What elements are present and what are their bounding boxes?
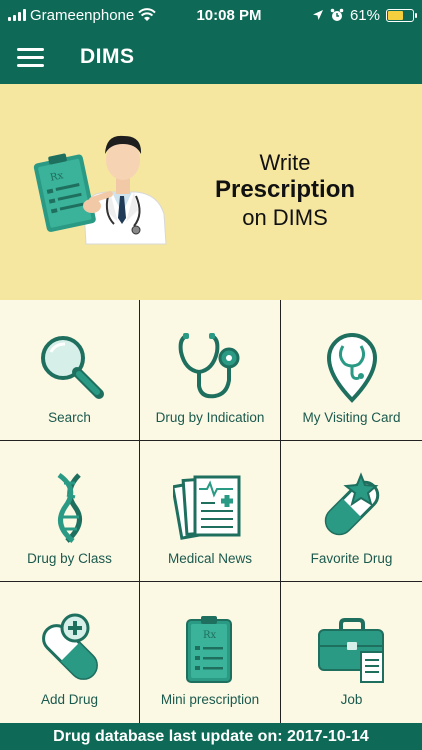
status-bar: Grameenphone 10:08 PM 61% bbox=[0, 0, 422, 30]
menu-favorite-drug[interactable]: Favorite Drug bbox=[281, 441, 422, 582]
battery-icon bbox=[386, 8, 417, 22]
menu-drug-by-class-label: Drug by Class bbox=[27, 551, 112, 566]
menu-job[interactable]: Job bbox=[281, 582, 422, 723]
menu-search-label: Search bbox=[48, 410, 91, 425]
menu-drug-by-indication-label: Drug by Indication bbox=[155, 410, 265, 425]
menu-add-drug-label: Add Drug bbox=[40, 692, 99, 707]
banner-line-3: on DIMS bbox=[242, 205, 328, 231]
location-icon bbox=[312, 10, 323, 20]
menu-mini-prescription[interactable]: Rx Mini prescription bbox=[140, 582, 281, 723]
menu-favorite-drug-label: Favorite Drug bbox=[310, 551, 393, 566]
menu-add-drug[interactable]: Add Drug bbox=[0, 582, 140, 723]
db-update-footer: Drug database last update on: 2017-10-14 bbox=[0, 723, 422, 750]
signal-icon bbox=[8, 9, 26, 21]
dna-icon bbox=[56, 472, 82, 543]
menu-mini-prescription-label: Mini prescription bbox=[160, 692, 260, 707]
alarm-icon bbox=[330, 8, 344, 21]
hamburger-menu-icon[interactable] bbox=[0, 30, 60, 84]
status-left: Grameenphone bbox=[8, 7, 168, 24]
documents-icon bbox=[173, 475, 241, 540]
carrier-name: Grameenphone bbox=[30, 6, 135, 24]
app-bar: DIMS bbox=[0, 30, 422, 84]
capsule-plus-icon bbox=[41, 613, 98, 680]
doctor-with-prescription-illustration: Rx bbox=[33, 135, 167, 245]
banner-line-2: Prescription bbox=[214, 176, 356, 204]
briefcase-icon bbox=[317, 618, 384, 683]
clipboard-rx-icon: Rx bbox=[186, 616, 232, 683]
stethoscope-icon bbox=[178, 333, 240, 399]
menu-job-label: Job bbox=[340, 692, 363, 707]
wifi-icon bbox=[138, 8, 156, 21]
menu-drug-by-class[interactable]: Drug by Class bbox=[0, 441, 140, 582]
app-title: DIMS bbox=[80, 45, 135, 68]
magnifier-icon bbox=[40, 336, 104, 399]
banner-text: Write Prescription on DIMS bbox=[200, 150, 370, 232]
capsule-star-icon bbox=[324, 472, 379, 536]
db-update-text: Drug database last update on: 2017-10-14 bbox=[53, 727, 369, 745]
menu-my-visiting-card-label: My Visiting Card bbox=[302, 410, 401, 425]
battery-percent: 61% bbox=[349, 6, 380, 24]
menu-my-visiting-card[interactable]: My Visiting Card bbox=[281, 300, 422, 441]
menu-search[interactable]: Search bbox=[0, 300, 140, 441]
status-time: 10:08 PM bbox=[196, 6, 262, 24]
banner-line-1: Write bbox=[259, 150, 311, 175]
location-stethoscope-icon bbox=[326, 333, 377, 403]
menu-grid: Search Drug by Indication My Visiting Ca… bbox=[0, 300, 422, 723]
menu-medical-news[interactable]: Medical News bbox=[140, 441, 281, 582]
status-right: 61% bbox=[284, 6, 417, 24]
menu-drug-by-indication[interactable]: Drug by Indication bbox=[140, 300, 281, 441]
battery-level bbox=[388, 10, 403, 20]
svg-text:Rx: Rx bbox=[203, 630, 217, 641]
promo-banner[interactable]: Rx Write Prescription on DIMS bbox=[0, 84, 422, 300]
menu-medical-news-label: Medical News bbox=[167, 551, 253, 566]
